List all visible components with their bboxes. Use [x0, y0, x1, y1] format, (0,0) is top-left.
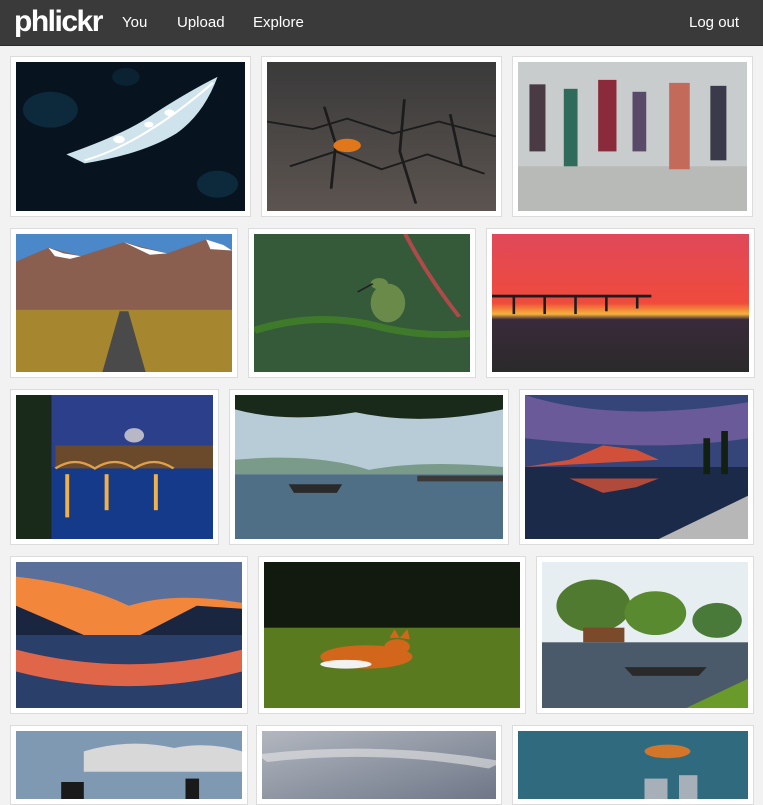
photo-card[interactable]	[486, 228, 755, 378]
photo-image	[16, 731, 242, 799]
photo-card[interactable]	[512, 56, 753, 217]
photo-gallery	[0, 46, 763, 805]
photo-card[interactable]	[10, 556, 248, 714]
photo-image	[267, 62, 496, 211]
photo-image	[16, 62, 245, 211]
photo-card[interactable]	[519, 389, 754, 545]
photo-card[interactable]	[256, 725, 502, 805]
photo-card[interactable]	[512, 725, 754, 805]
photo-card[interactable]	[261, 56, 502, 217]
photo-card[interactable]	[10, 725, 248, 805]
photo-image	[16, 234, 232, 372]
photo-card[interactable]	[10, 228, 238, 378]
photo-image	[16, 562, 242, 708]
photo-card[interactable]	[248, 228, 476, 378]
nav-you[interactable]: You	[122, 0, 147, 46]
nav-upload[interactable]: Upload	[177, 0, 225, 46]
photo-image	[262, 731, 496, 799]
photo-card[interactable]	[258, 556, 526, 714]
photo-card[interactable]	[10, 56, 251, 217]
photo-image	[16, 395, 213, 539]
photo-image	[264, 562, 520, 708]
brand-logo[interactable]: phlickr	[14, 4, 103, 40]
nav-logout[interactable]: Log out	[689, 0, 739, 46]
photo-image	[518, 62, 747, 211]
photo-image	[235, 395, 503, 539]
photo-image	[518, 731, 748, 799]
photo-image	[254, 234, 470, 372]
photo-image	[492, 234, 749, 372]
photo-card[interactable]	[10, 389, 219, 545]
photo-card[interactable]	[536, 556, 754, 714]
photo-image	[542, 562, 748, 708]
photo-card[interactable]	[229, 389, 509, 545]
photo-image	[525, 395, 748, 539]
top-navigation-bar: phlickr You Upload Explore Log out	[0, 0, 763, 46]
nav-explore[interactable]: Explore	[253, 0, 304, 46]
